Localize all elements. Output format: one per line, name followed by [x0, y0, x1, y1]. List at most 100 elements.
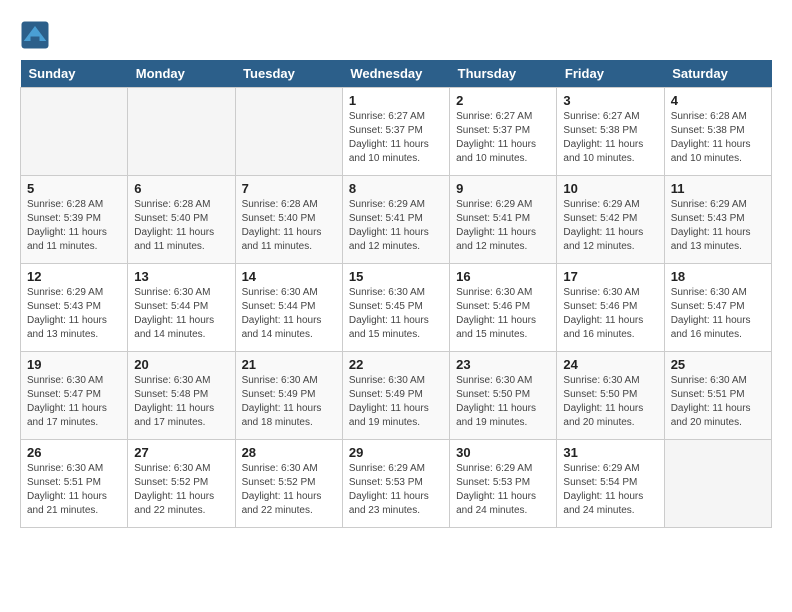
day-number: 21: [242, 357, 336, 372]
calendar-cell: 20 Sunrise: 6:30 AM Sunset: 5:48 PM Dayli…: [128, 352, 235, 440]
day-number: 31: [563, 445, 657, 460]
calendar-week-row: 26Sunrise: 6:30 AM Sunset: 5:51 PM Dayli…: [21, 440, 772, 528]
calendar-cell: [664, 440, 771, 528]
calendar-cell: 9 Sunrise: 6:29 AM Sunset: 5:41 PM Daylig…: [450, 176, 557, 264]
day-info: Sunrise: 6:28 AM Sunset: 5:39 PM Dayligh…: [27, 198, 121, 254]
calendar-cell: 8 Sunrise: 6:29 AM Sunset: 5:41 PM Daylig…: [342, 176, 449, 264]
day-number: 1: [349, 93, 443, 108]
col-header-sunday: Sunday: [21, 60, 128, 88]
day-info: Sunrise: 6:27 AM Sunset: 5:37 PM Dayligh…: [349, 110, 443, 166]
calendar-cell: 16Sunrise: 6:30 AM Sunset: 5:46 PM Dayli…: [450, 264, 557, 352]
day-number: 30: [456, 445, 550, 460]
day-info: Sunrise: 6:30 AM Sunset: 5:48 PM Dayligh…: [134, 374, 228, 430]
col-header-friday: Friday: [557, 60, 664, 88]
day-info: Sunrise: 6:27 AM Sunset: 5:38 PM Dayligh…: [563, 110, 657, 166]
calendar-cell: 28 Sunrise: 6:30 AM Sunset: 5:52 PM Dayli…: [235, 440, 342, 528]
day-number: 28: [242, 445, 336, 460]
day-info: Sunrise: 6:30 AM Sunset: 5:50 PM Dayligh…: [563, 374, 657, 430]
calendar-cell: 3 Sunrise: 6:27 AM Sunset: 5:38 PM Daylig…: [557, 88, 664, 176]
day-info: Sunrise: 6:28 AM Sunset: 5:40 PM Dayligh…: [242, 198, 336, 254]
calendar-table: SundayMondayTuesdayWednesdayThursdayFrid…: [20, 60, 772, 528]
day-info: Sunrise: 6:29 AM Sunset: 5:53 PM Dayligh…: [349, 462, 443, 518]
day-info: Sunrise: 6:30 AM Sunset: 5:52 PM Dayligh…: [134, 462, 228, 518]
day-number: 23: [456, 357, 550, 372]
day-number: 19: [27, 357, 121, 372]
calendar-week-row: 19Sunrise: 6:30 AM Sunset: 5:47 PM Dayli…: [21, 352, 772, 440]
calendar-cell: 22 Sunrise: 6:30 AM Sunset: 5:49 PM Dayli…: [342, 352, 449, 440]
calendar-cell: 18 Sunrise: 6:30 AM Sunset: 5:47 PM Dayli…: [664, 264, 771, 352]
calendar-cell: 14 Sunrise: 6:30 AM Sunset: 5:44 PM Dayli…: [235, 264, 342, 352]
calendar-cell: 19Sunrise: 6:30 AM Sunset: 5:47 PM Dayli…: [21, 352, 128, 440]
day-number: 14: [242, 269, 336, 284]
day-number: 7: [242, 181, 336, 196]
calendar-cell: 11 Sunrise: 6:29 AM Sunset: 5:43 PM Dayli…: [664, 176, 771, 264]
day-info: Sunrise: 6:29 AM Sunset: 5:53 PM Dayligh…: [456, 462, 550, 518]
day-number: 25: [671, 357, 765, 372]
day-number: 11: [671, 181, 765, 196]
calendar-week-row: 12 Sunrise: 6:29 AM Sunset: 5:43 PM Dayli…: [21, 264, 772, 352]
calendar-cell: 24 Sunrise: 6:30 AM Sunset: 5:50 PM Dayli…: [557, 352, 664, 440]
calendar-week-row: 5 Sunrise: 6:28 AM Sunset: 5:39 PM Daylig…: [21, 176, 772, 264]
day-number: 12: [27, 269, 121, 284]
calendar-cell: 1 Sunrise: 6:27 AM Sunset: 5:37 PM Daylig…: [342, 88, 449, 176]
day-info: Sunrise: 6:29 AM Sunset: 5:54 PM Dayligh…: [563, 462, 657, 518]
day-number: 10: [563, 181, 657, 196]
day-number: 13: [134, 269, 228, 284]
logo-icon: [20, 20, 50, 50]
calendar-header-row: SundayMondayTuesdayWednesdayThursdayFrid…: [21, 60, 772, 88]
col-header-wednesday: Wednesday: [342, 60, 449, 88]
day-info: Sunrise: 6:30 AM Sunset: 5:45 PM Dayligh…: [349, 286, 443, 342]
calendar-cell: [235, 88, 342, 176]
calendar-cell: 13 Sunrise: 6:30 AM Sunset: 5:44 PM Dayli…: [128, 264, 235, 352]
calendar-cell: 30 Sunrise: 6:29 AM Sunset: 5:53 PM Dayli…: [450, 440, 557, 528]
calendar-cell: 5 Sunrise: 6:28 AM Sunset: 5:39 PM Daylig…: [21, 176, 128, 264]
day-info: Sunrise: 6:30 AM Sunset: 5:47 PM Dayligh…: [671, 286, 765, 342]
calendar-cell: 15Sunrise: 6:30 AM Sunset: 5:45 PM Dayli…: [342, 264, 449, 352]
col-header-saturday: Saturday: [664, 60, 771, 88]
day-info: Sunrise: 6:30 AM Sunset: 5:46 PM Dayligh…: [456, 286, 550, 342]
day-info: Sunrise: 6:29 AM Sunset: 5:41 PM Dayligh…: [456, 198, 550, 254]
day-info: Sunrise: 6:30 AM Sunset: 5:52 PM Dayligh…: [242, 462, 336, 518]
day-number: 5: [27, 181, 121, 196]
page-header: [20, 20, 772, 50]
calendar-cell: 21 Sunrise: 6:30 AM Sunset: 5:49 PM Dayli…: [235, 352, 342, 440]
day-info: Sunrise: 6:30 AM Sunset: 5:46 PM Dayligh…: [563, 286, 657, 342]
day-info: Sunrise: 6:30 AM Sunset: 5:50 PM Dayligh…: [456, 374, 550, 430]
calendar-cell: 23 Sunrise: 6:30 AM Sunset: 5:50 PM Dayli…: [450, 352, 557, 440]
calendar-cell: [128, 88, 235, 176]
day-info: Sunrise: 6:29 AM Sunset: 5:42 PM Dayligh…: [563, 198, 657, 254]
day-number: 9: [456, 181, 550, 196]
day-number: 8: [349, 181, 443, 196]
day-number: 29: [349, 445, 443, 460]
calendar-cell: 6Sunrise: 6:28 AM Sunset: 5:40 PM Daylig…: [128, 176, 235, 264]
day-info: Sunrise: 6:30 AM Sunset: 5:44 PM Dayligh…: [134, 286, 228, 342]
day-info: Sunrise: 6:29 AM Sunset: 5:43 PM Dayligh…: [27, 286, 121, 342]
calendar-cell: 10 Sunrise: 6:29 AM Sunset: 5:42 PM Dayli…: [557, 176, 664, 264]
day-number: 3: [563, 93, 657, 108]
calendar-cell: 17Sunrise: 6:30 AM Sunset: 5:46 PM Dayli…: [557, 264, 664, 352]
calendar-cell: 12 Sunrise: 6:29 AM Sunset: 5:43 PM Dayli…: [21, 264, 128, 352]
day-info: Sunrise: 6:30 AM Sunset: 5:51 PM Dayligh…: [671, 374, 765, 430]
col-header-thursday: Thursday: [450, 60, 557, 88]
calendar-cell: 27 Sunrise: 6:30 AM Sunset: 5:52 PM Dayli…: [128, 440, 235, 528]
day-number: 26: [27, 445, 121, 460]
day-number: 24: [563, 357, 657, 372]
calendar-cell: [21, 88, 128, 176]
day-number: 22: [349, 357, 443, 372]
day-info: Sunrise: 6:30 AM Sunset: 5:49 PM Dayligh…: [242, 374, 336, 430]
col-header-monday: Monday: [128, 60, 235, 88]
day-info: Sunrise: 6:27 AM Sunset: 5:37 PM Dayligh…: [456, 110, 550, 166]
day-info: Sunrise: 6:30 AM Sunset: 5:49 PM Dayligh…: [349, 374, 443, 430]
day-number: 20: [134, 357, 228, 372]
calendar-cell: 26Sunrise: 6:30 AM Sunset: 5:51 PM Dayli…: [21, 440, 128, 528]
day-info: Sunrise: 6:30 AM Sunset: 5:44 PM Dayligh…: [242, 286, 336, 342]
calendar-cell: 31 Sunrise: 6:29 AM Sunset: 5:54 PM Dayli…: [557, 440, 664, 528]
day-number: 27: [134, 445, 228, 460]
day-info: Sunrise: 6:29 AM Sunset: 5:43 PM Dayligh…: [671, 198, 765, 254]
calendar-cell: 7 Sunrise: 6:28 AM Sunset: 5:40 PM Daylig…: [235, 176, 342, 264]
day-info: Sunrise: 6:29 AM Sunset: 5:41 PM Dayligh…: [349, 198, 443, 254]
calendar-cell: 25 Sunrise: 6:30 AM Sunset: 5:51 PM Dayli…: [664, 352, 771, 440]
day-number: 4: [671, 93, 765, 108]
day-number: 18: [671, 269, 765, 284]
day-info: Sunrise: 6:28 AM Sunset: 5:38 PM Dayligh…: [671, 110, 765, 166]
